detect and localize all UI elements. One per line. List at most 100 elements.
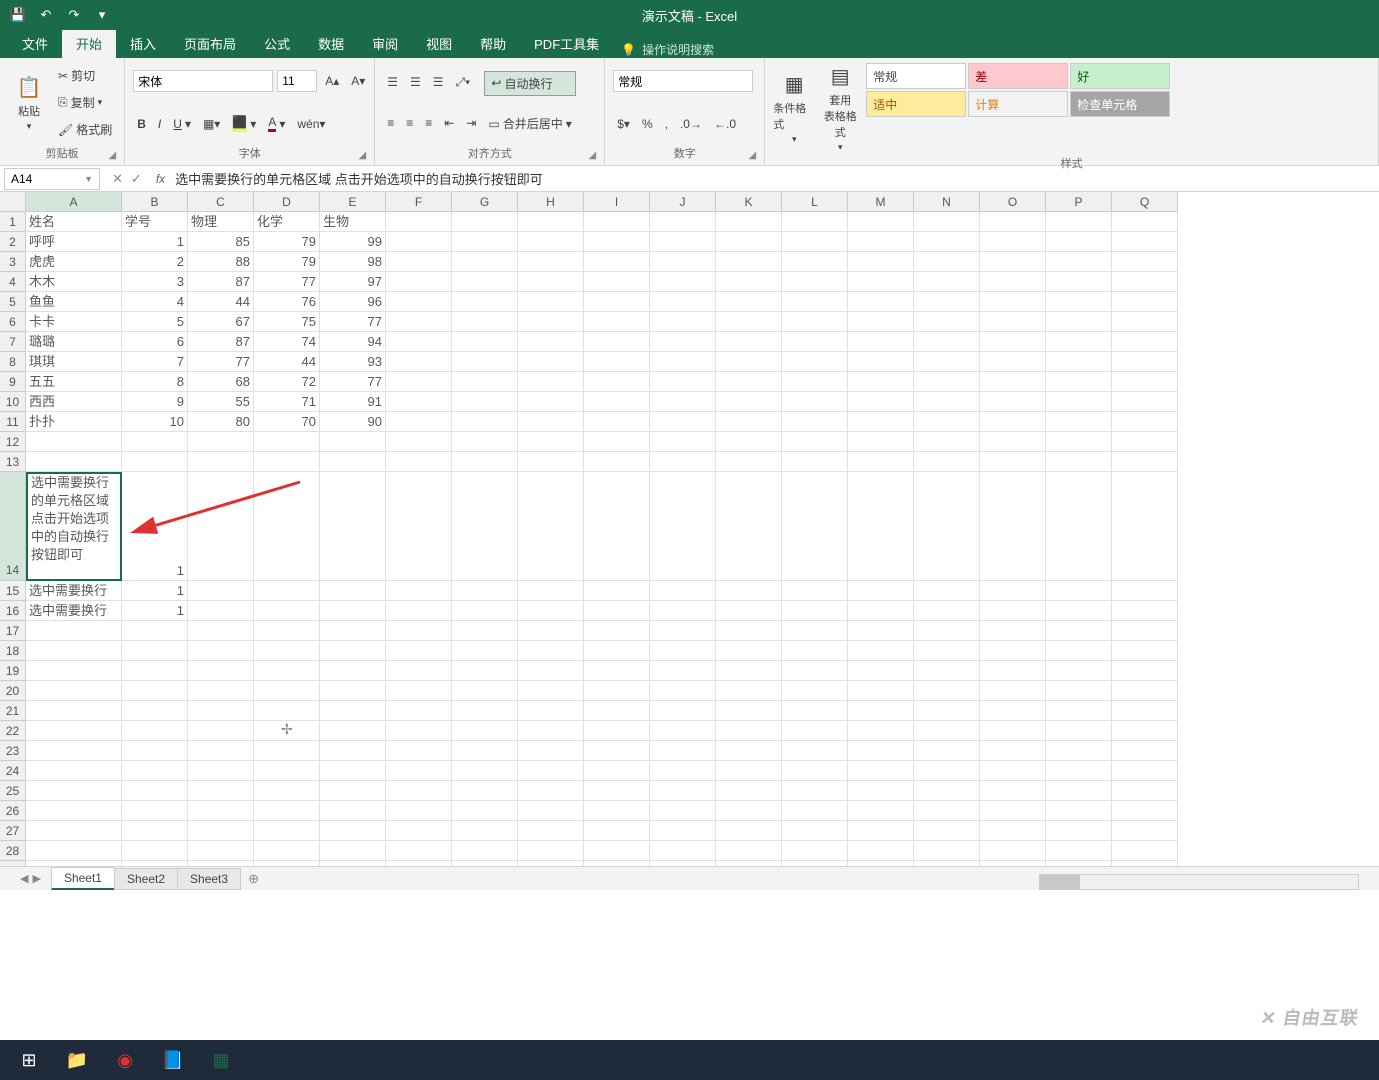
cell-Q8[interactable] xyxy=(1112,352,1178,372)
cell-G6[interactable] xyxy=(452,312,518,332)
dialog-launcher-icon[interactable]: ◢ xyxy=(749,150,757,161)
cell-M4[interactable] xyxy=(848,272,914,292)
row-header-20[interactable]: 20 xyxy=(0,681,26,701)
cell-J27[interactable] xyxy=(650,821,716,841)
cell-L1[interactable] xyxy=(782,212,848,232)
cell-F24[interactable] xyxy=(386,761,452,781)
cell-H14[interactable] xyxy=(518,472,584,581)
row-header-8[interactable]: 8 xyxy=(0,352,26,372)
cell-F12[interactable] xyxy=(386,432,452,452)
cell-F2[interactable] xyxy=(386,232,452,252)
cell-H13[interactable] xyxy=(518,452,584,472)
cell-M28[interactable] xyxy=(848,841,914,861)
cell-J23[interactable] xyxy=(650,741,716,761)
cell-B27[interactable] xyxy=(122,821,188,841)
cell-L5[interactable] xyxy=(782,292,848,312)
row-header-6[interactable]: 6 xyxy=(0,312,26,332)
excel-taskbar-icon[interactable]: ▦ xyxy=(198,1040,244,1080)
cell-C7[interactable]: 87 xyxy=(188,332,254,352)
cell-E10[interactable]: 91 xyxy=(320,392,386,412)
cell-A16[interactable]: 选中需要换行 xyxy=(26,601,122,621)
cell-P16[interactable] xyxy=(1046,601,1112,621)
cell-A28[interactable] xyxy=(26,841,122,861)
row-header-3[interactable]: 3 xyxy=(0,252,26,272)
app-icon[interactable]: 📘 xyxy=(150,1040,196,1080)
cell-J18[interactable] xyxy=(650,641,716,661)
cell-style-neutral[interactable]: 适中 xyxy=(866,91,966,117)
cell-F19[interactable] xyxy=(386,661,452,681)
cell-L17[interactable] xyxy=(782,621,848,641)
cell-H8[interactable] xyxy=(518,352,584,372)
cell-F25[interactable] xyxy=(386,781,452,801)
cell-B18[interactable] xyxy=(122,641,188,661)
cell-A26[interactable] xyxy=(26,801,122,821)
cell-H16[interactable] xyxy=(518,601,584,621)
cell-A13[interactable] xyxy=(26,452,122,472)
cell-G5[interactable] xyxy=(452,292,518,312)
cell-A21[interactable] xyxy=(26,701,122,721)
tab-help[interactable]: 帮助 xyxy=(466,29,520,58)
row-header-13[interactable]: 13 xyxy=(0,452,26,472)
column-header-G[interactable]: G xyxy=(452,192,518,212)
cell-K24[interactable] xyxy=(716,761,782,781)
cell-C1[interactable]: 物理 xyxy=(188,212,254,232)
cell-C8[interactable]: 77 xyxy=(188,352,254,372)
cell-E3[interactable]: 98 xyxy=(320,252,386,272)
cell-D13[interactable] xyxy=(254,452,320,472)
cell-O22[interactable] xyxy=(980,721,1046,741)
cell-F16[interactable] xyxy=(386,601,452,621)
cell-E14[interactable] xyxy=(320,472,386,581)
cell-P23[interactable] xyxy=(1046,741,1112,761)
cell-M10[interactable] xyxy=(848,392,914,412)
cell-L18[interactable] xyxy=(782,641,848,661)
cell-D23[interactable] xyxy=(254,741,320,761)
record-icon[interactable]: ◉ xyxy=(102,1040,148,1080)
cell-A1[interactable]: 姓名 xyxy=(26,212,122,232)
cell-M6[interactable] xyxy=(848,312,914,332)
cell-O6[interactable] xyxy=(980,312,1046,332)
cell-E20[interactable] xyxy=(320,681,386,701)
cell-N6[interactable] xyxy=(914,312,980,332)
cell-K9[interactable] xyxy=(716,372,782,392)
cell-B24[interactable] xyxy=(122,761,188,781)
align-right-button[interactable]: ≡ xyxy=(421,114,436,132)
save-icon[interactable]: 💾 xyxy=(8,5,28,25)
cell-E5[interactable]: 96 xyxy=(320,292,386,312)
select-all-corner[interactable] xyxy=(0,192,26,212)
dialog-launcher-icon[interactable]: ◢ xyxy=(359,150,367,161)
cell-J13[interactable] xyxy=(650,452,716,472)
fill-color-button[interactable]: ⬛▾ xyxy=(228,113,260,134)
cell-D24[interactable] xyxy=(254,761,320,781)
cell-L25[interactable] xyxy=(782,781,848,801)
column-header-B[interactable]: B xyxy=(122,192,188,212)
decrease-decimal-button[interactable]: ←.0 xyxy=(710,115,740,133)
row-header-26[interactable]: 26 xyxy=(0,801,26,821)
undo-icon[interactable]: ↶ xyxy=(36,5,56,25)
cell-E11[interactable]: 90 xyxy=(320,412,386,432)
cell-Q4[interactable] xyxy=(1112,272,1178,292)
cell-H27[interactable] xyxy=(518,821,584,841)
column-header-J[interactable]: J xyxy=(650,192,716,212)
row-header-10[interactable]: 10 xyxy=(0,392,26,412)
cell-D2[interactable]: 79 xyxy=(254,232,320,252)
cell-G3[interactable] xyxy=(452,252,518,272)
cell-G13[interactable] xyxy=(452,452,518,472)
align-top-button[interactable]: ☰ xyxy=(383,73,402,91)
cell-C11[interactable]: 80 xyxy=(188,412,254,432)
sheet-tab-1[interactable]: Sheet1 xyxy=(51,867,115,890)
cell-F26[interactable] xyxy=(386,801,452,821)
cell-F23[interactable] xyxy=(386,741,452,761)
cell-B4[interactable]: 3 xyxy=(122,272,188,292)
cell-A5[interactable]: 鱼鱼 xyxy=(26,292,122,312)
sheet-nav-next-icon[interactable]: ▶ xyxy=(32,872,40,885)
cell-G18[interactable] xyxy=(452,641,518,661)
cell-I12[interactable] xyxy=(584,432,650,452)
cell-D11[interactable]: 70 xyxy=(254,412,320,432)
cell-N16[interactable] xyxy=(914,601,980,621)
cell-A17[interactable] xyxy=(26,621,122,641)
scrollbar-thumb[interactable] xyxy=(1040,875,1080,889)
cell-L3[interactable] xyxy=(782,252,848,272)
cell-Q28[interactable] xyxy=(1112,841,1178,861)
cell-K3[interactable] xyxy=(716,252,782,272)
cell-I14[interactable] xyxy=(584,472,650,581)
